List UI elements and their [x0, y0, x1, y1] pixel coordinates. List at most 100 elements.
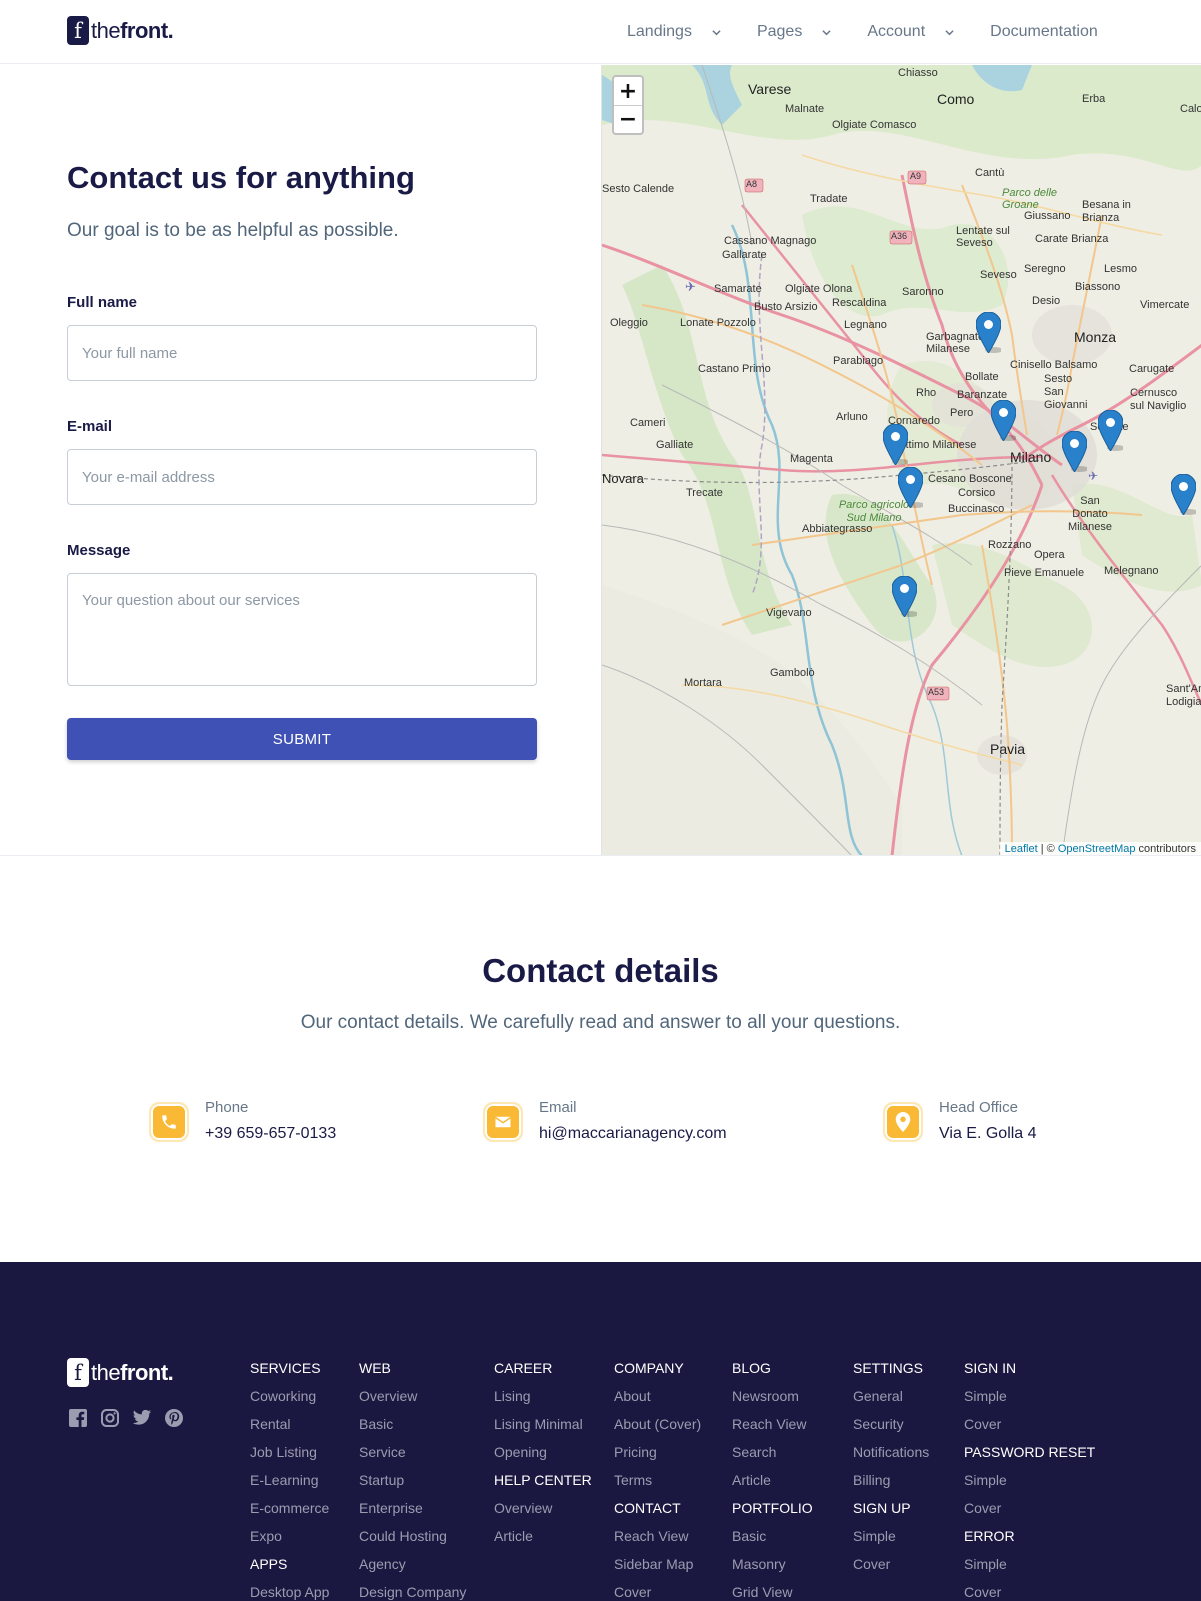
map-attribution: Leaflet | © OpenStreetMap contributors: [999, 842, 1201, 856]
map-marker-icon[interactable]: [1062, 431, 1087, 472]
footer-link[interactable]: Basic: [359, 1416, 466, 1444]
footer-link[interactable]: Job Listing: [250, 1444, 329, 1472]
map-place-label: Busto Arsizio: [754, 301, 818, 313]
map-place-label: Parco delle Groane: [1002, 187, 1058, 211]
footer-link[interactable]: Newsroom: [732, 1388, 813, 1416]
map-road-shield: A8: [746, 179, 758, 189]
facebook-icon[interactable]: [68, 1408, 88, 1428]
nav-landings[interactable]: Landings: [627, 20, 721, 44]
footer-link[interactable]: Rental: [250, 1416, 329, 1444]
footer-link[interactable]: Service: [359, 1444, 466, 1472]
map-place-label: Rozzano: [988, 539, 1032, 551]
submit-button[interactable]: SUBMIT: [67, 718, 537, 760]
map-marker-icon[interactable]: [991, 400, 1016, 441]
footer-link[interactable]: Lising: [494, 1388, 592, 1416]
footer-link[interactable]: Security: [853, 1416, 929, 1444]
footer-link[interactable]: Terms: [614, 1472, 701, 1500]
footer-link[interactable]: Cover: [853, 1556, 929, 1584]
footer-link[interactable]: Article: [494, 1528, 592, 1556]
phone-icon: [149, 1102, 189, 1142]
map-marker-icon[interactable]: [892, 576, 917, 617]
footer-link[interactable]: Search: [732, 1444, 813, 1472]
footer-link[interactable]: Cover: [964, 1416, 1095, 1444]
map-marker-icon[interactable]: [1098, 410, 1123, 451]
twitter-icon[interactable]: [132, 1408, 152, 1428]
footer-link[interactable]: Overview: [359, 1388, 466, 1416]
map-marker-icon[interactable]: [1171, 474, 1196, 515]
email-address[interactable]: hi@maccarianagency.com: [539, 1125, 727, 1143]
footer-link[interactable]: Grid View: [732, 1584, 813, 1601]
footer-link[interactable]: Overview: [494, 1500, 592, 1528]
map-place-label: San Donato Milanese: [1067, 495, 1113, 533]
zoom-in-button[interactable]: +: [614, 77, 642, 105]
footer-link[interactable]: Agency: [359, 1556, 466, 1584]
map-place-label: Lentate sul Seveso: [956, 225, 1010, 249]
map-place-label: Biassono: [1075, 281, 1121, 293]
chevron-down-icon: [712, 29, 721, 35]
footer: f thefront. SERVICES Coworking Rental Jo…: [0, 1262, 1201, 1601]
footer-link[interactable]: Enterprise: [359, 1500, 466, 1528]
map-road-shield: A53: [928, 687, 945, 697]
footer-link[interactable]: Coworking: [250, 1388, 329, 1416]
footer-link[interactable]: Billing: [853, 1472, 929, 1500]
footer-link[interactable]: Design Company: [359, 1584, 466, 1601]
footer-link[interactable]: Pricing: [614, 1444, 701, 1472]
nav-pages[interactable]: Pages: [757, 20, 831, 44]
footer-link[interactable]: Lising Minimal: [494, 1416, 592, 1444]
footer-link[interactable]: Basic: [732, 1528, 813, 1556]
footer-link[interactable]: Simple: [964, 1556, 1095, 1584]
footer-link[interactable]: About (Cover): [614, 1416, 701, 1444]
message-textarea[interactable]: [67, 573, 537, 686]
openstreetmap-link[interactable]: OpenStreetMap: [1058, 843, 1136, 855]
map-place-label: Corsico: [958, 487, 996, 499]
map-place-label: Sant'Angelo Lodigiano: [1166, 683, 1201, 708]
full-name-input[interactable]: [67, 325, 537, 381]
footer-link[interactable]: Reach View: [614, 1528, 701, 1556]
email-input[interactable]: [67, 449, 537, 505]
instagram-icon[interactable]: [100, 1408, 120, 1428]
pinterest-icon[interactable]: [164, 1408, 184, 1428]
nav-documentation[interactable]: Documentation: [990, 20, 1098, 44]
map-place-label: Calolziocorte: [1180, 103, 1201, 115]
social-links: [68, 1408, 196, 1428]
map-marker-icon[interactable]: [883, 424, 908, 465]
brand-logo[interactable]: f thefront.: [67, 16, 174, 45]
footer-link[interactable]: E-Learning: [250, 1472, 329, 1500]
footer-link[interactable]: Opening: [494, 1444, 592, 1472]
map-marker-icon[interactable]: [976, 312, 1001, 353]
detail-label: Head Office: [939, 1099, 1018, 1116]
footer-link[interactable]: Cover: [964, 1584, 1095, 1601]
footer-link[interactable]: Article: [732, 1472, 813, 1500]
footer-heading: CAREER: [494, 1360, 553, 1376]
footer-link[interactable]: Notifications: [853, 1444, 929, 1472]
footer-link[interactable]: Startup: [359, 1472, 466, 1500]
footer-link[interactable]: Cover: [964, 1500, 1095, 1528]
footer-link[interactable]: About: [614, 1388, 701, 1416]
phone-number[interactable]: +39 659-657-0133: [205, 1125, 336, 1143]
footer-link[interactable]: E-commerce: [250, 1500, 329, 1528]
contact-details-subtitle: Our contact details. We carefully read a…: [300, 1012, 901, 1033]
footer-link[interactable]: Simple: [853, 1528, 929, 1556]
footer-link[interactable]: Reach View: [732, 1416, 813, 1444]
footer-link[interactable]: General: [853, 1388, 929, 1416]
map-place-label: Olgiate Olona: [785, 283, 853, 295]
map-marker-icon[interactable]: [898, 467, 923, 508]
footer-link[interactable]: Desktop App: [250, 1584, 329, 1601]
map-place-label: Bollate: [965, 371, 999, 383]
full-name-label: Full name: [67, 294, 138, 311]
footer-link[interactable]: Sidebar Map: [614, 1556, 701, 1584]
footer-link[interactable]: Expo: [250, 1528, 329, 1556]
footer-link[interactable]: Simple: [964, 1472, 1095, 1500]
attribution-separator: | ©: [1037, 843, 1058, 855]
map-place-label: Cantù: [975, 167, 1005, 179]
footer-logo[interactable]: f thefront.: [67, 1358, 174, 1387]
location-map[interactable]: ✈ ✈ Varese Como Chiasso Erba Calolziocor…: [601, 65, 1201, 856]
footer-link[interactable]: Masonry: [732, 1556, 813, 1584]
footer-link[interactable]: Cover: [614, 1584, 701, 1601]
page-title: Contact us for anything: [67, 160, 415, 195]
footer-link[interactable]: Simple: [964, 1388, 1095, 1416]
leaflet-link[interactable]: Leaflet: [1005, 843, 1038, 855]
nav-account[interactable]: Account: [867, 20, 954, 44]
footer-link[interactable]: Could Hosting: [359, 1528, 466, 1556]
zoom-out-button[interactable]: −: [614, 105, 642, 133]
